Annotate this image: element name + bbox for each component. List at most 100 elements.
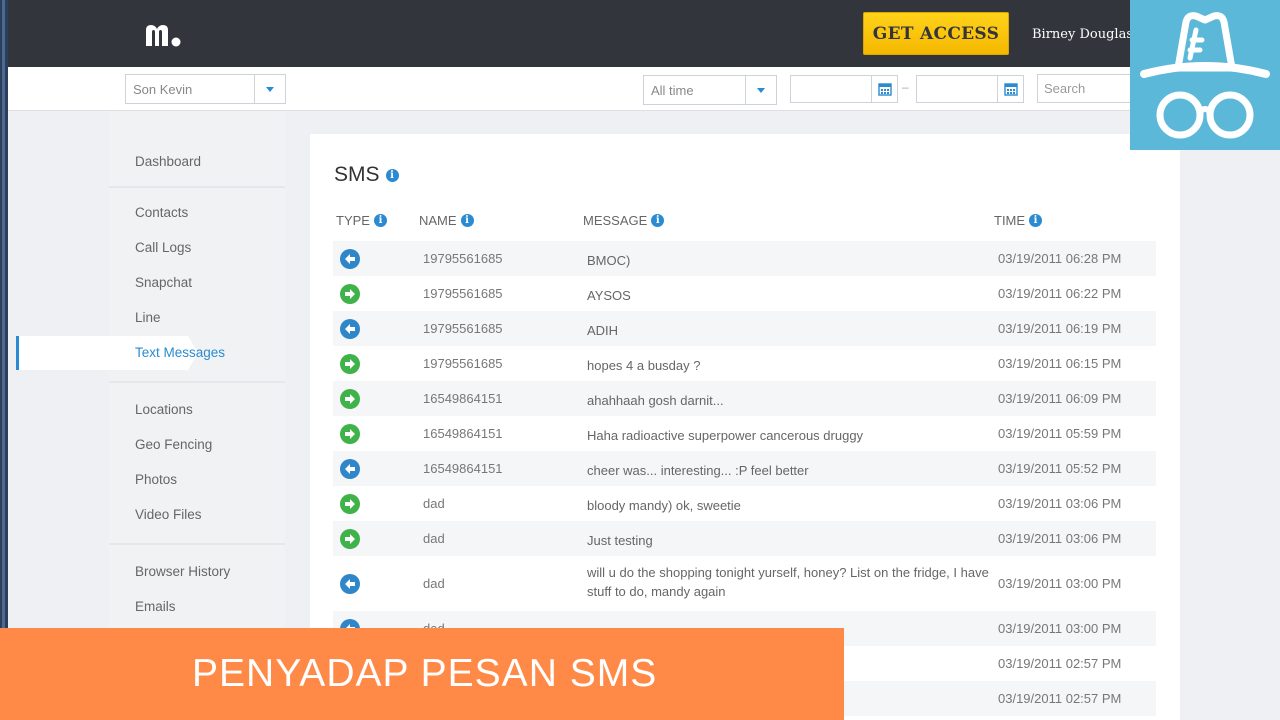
incognito-icon bbox=[1140, 12, 1270, 139]
time-range-value: All time bbox=[651, 82, 694, 98]
sms-timestamp: 03/19/2011 06:15 PM bbox=[998, 356, 1122, 371]
column-header-message[interactable]: MESSAGE i bbox=[583, 213, 665, 228]
date-to-input[interactable] bbox=[916, 75, 1024, 103]
table-row[interactable]: dad will u do the shopping tonight yursel… bbox=[333, 556, 1156, 611]
time-range-select[interactable]: All time bbox=[643, 75, 777, 105]
sidebar-divider bbox=[109, 543, 285, 545]
info-icon[interactable]: i bbox=[651, 214, 665, 227]
column-header-name[interactable]: NAME i bbox=[419, 213, 474, 228]
outgoing-arrow-icon bbox=[340, 528, 360, 549]
sidebar-item-video-files[interactable]: Video Files bbox=[135, 507, 202, 522]
sms-timestamp: 03/19/2011 05:59 PM bbox=[998, 426, 1122, 441]
sms-contact-name: 16549864151 bbox=[423, 461, 503, 476]
sidebar-item-locations[interactable]: Locations bbox=[135, 402, 193, 417]
table-row[interactable]: 19795561685 hopes 4 a busday ? 03/19/2011 … bbox=[333, 346, 1156, 381]
sms-message-text: AYSOS bbox=[587, 288, 631, 303]
sms-contact-name: 19795561685 bbox=[423, 321, 503, 336]
sms-timestamp: 03/19/2011 06:19 PM bbox=[998, 321, 1122, 336]
outgoing-arrow-icon bbox=[340, 493, 360, 514]
window-left-edge bbox=[0, 0, 8, 720]
calendar-icon[interactable] bbox=[871, 76, 897, 102]
sms-timestamp: 03/19/2011 03:00 PM bbox=[998, 621, 1122, 636]
sms-timestamp: 03/19/2011 05:52 PM bbox=[998, 461, 1122, 476]
info-icon[interactable]: i bbox=[1029, 214, 1043, 227]
sms-message-text: hopes 4 a busday ? bbox=[587, 358, 701, 373]
sms-contact-name: 16549864151 bbox=[423, 391, 503, 406]
sidebar-item-geo-fencing[interactable]: Geo Fencing bbox=[135, 437, 212, 452]
sms-contact-name: 19795561685 bbox=[423, 251, 503, 266]
top-navbar: GET ACCESS Birney Douglas bbox=[8, 0, 1280, 67]
sidebar-item-call-logs[interactable]: Call Logs bbox=[135, 240, 191, 255]
info-icon[interactable]: i bbox=[385, 168, 399, 182]
table-row[interactable]: 19795561685 BMOC) 03/19/2011 06:28 PM bbox=[333, 241, 1156, 276]
sidebar-item-dashboard[interactable]: Dashboard bbox=[135, 154, 201, 169]
sms-timestamp: 03/19/2011 06:28 PM bbox=[998, 251, 1122, 266]
sms-contact-name: 19795561685 bbox=[423, 356, 503, 371]
chevron-down-icon[interactable] bbox=[745, 76, 776, 104]
sidebar-item-contacts[interactable]: Contacts bbox=[135, 205, 188, 220]
device-select[interactable]: Son Kevin bbox=[125, 74, 286, 104]
user-name[interactable]: Birney Douglas bbox=[1032, 27, 1133, 42]
incognito-badge bbox=[1130, 0, 1280, 150]
mspy-logo-icon[interactable] bbox=[142, 20, 186, 50]
date-from-input[interactable] bbox=[790, 75, 898, 103]
device-select-value: Son Kevin bbox=[133, 81, 193, 97]
table-row[interactable]: dad bloody mandy) ok, sweetie 03/19/2011 0… bbox=[333, 486, 1156, 521]
incoming-arrow-icon bbox=[340, 458, 360, 479]
outgoing-arrow-icon bbox=[340, 353, 360, 374]
table-row[interactable]: 19795561685 AYSOS 03/19/2011 06:22 PM bbox=[333, 276, 1156, 311]
sms-timestamp: 03/19/2011 03:06 PM bbox=[998, 531, 1122, 546]
sms-message-text: ADIH bbox=[587, 323, 619, 338]
sms-message-text: ahahhaah gosh darnit... bbox=[587, 393, 724, 408]
table-row[interactable]: 19795561685 ADIH 03/19/2011 06:19 PM bbox=[333, 311, 1156, 346]
sms-timestamp: 03/19/2011 03:06 PM bbox=[998, 496, 1122, 511]
sms-timestamp: 03/19/2011 06:22 PM bbox=[998, 286, 1122, 301]
sidebar-item-emails[interactable]: Emails bbox=[135, 599, 176, 614]
sidebar-item-browser-history[interactable]: Browser History bbox=[135, 564, 230, 579]
chevron-down-icon[interactable] bbox=[254, 75, 285, 103]
table-row[interactable]: 16549864151 Haha radioactive superpower c… bbox=[333, 416, 1156, 451]
sms-timestamp: 03/19/2011 02:57 PM bbox=[998, 691, 1122, 706]
info-icon[interactable]: i bbox=[373, 214, 387, 227]
sidebar-item-photos[interactable]: Photos bbox=[135, 472, 177, 487]
calendar-icon[interactable] bbox=[997, 76, 1023, 102]
column-header-label: TIME bbox=[994, 213, 1026, 228]
sidebar-item-line[interactable]: Line bbox=[135, 310, 161, 325]
sms-contact-name: dad bbox=[423, 576, 445, 591]
table-row[interactable]: dad Just testing 03/19/2011 03:06 PM bbox=[333, 521, 1156, 556]
sms-message-text: cheer was... interesting... :P feel bett… bbox=[587, 463, 809, 478]
incoming-arrow-icon bbox=[340, 573, 360, 594]
sms-message-text: BMOC) bbox=[587, 253, 631, 268]
column-header-type[interactable]: TYPE i bbox=[336, 213, 387, 228]
sms-timestamp: 03/19/2011 03:00 PM bbox=[998, 576, 1122, 591]
sidebar-divider bbox=[109, 381, 285, 383]
outgoing-arrow-icon bbox=[340, 283, 360, 304]
outgoing-arrow-icon bbox=[340, 423, 360, 444]
sms-message-text: will u do the shopping tonight yurself, … bbox=[587, 565, 989, 599]
incoming-arrow-icon bbox=[340, 248, 360, 269]
sms-contact-name: 19795561685 bbox=[423, 286, 503, 301]
filter-bar: Son Kevin All time – bbox=[8, 67, 1280, 111]
page-title-text: SMS bbox=[334, 163, 380, 186]
column-header-time[interactable]: TIME i bbox=[994, 213, 1043, 228]
sidebar-item-label[interactable]: Text Messages bbox=[135, 345, 225, 360]
column-header-label: MESSAGE bbox=[583, 213, 648, 228]
date-separator: – bbox=[902, 80, 909, 94]
sms-message-text: bloody mandy) ok, sweetie bbox=[587, 498, 741, 513]
table-row[interactable]: 16549864151 ahahhaah gosh darnit... 03/19/… bbox=[333, 381, 1156, 416]
sidebar-item-snapchat[interactable]: Snapchat bbox=[135, 275, 192, 290]
sms-contact-name: 16549864151 bbox=[423, 426, 503, 441]
sms-contact-name: dad bbox=[423, 496, 445, 511]
incoming-arrow-icon bbox=[340, 318, 360, 339]
sms-contact-name: dad bbox=[423, 531, 445, 546]
page-title: SMS i bbox=[334, 163, 399, 187]
sidebar-divider bbox=[109, 186, 285, 188]
sms-message-text: Just testing bbox=[587, 533, 653, 548]
get-access-button[interactable]: GET ACCESS bbox=[863, 12, 1009, 55]
table-row[interactable]: 16549864151 cheer was... interesting... :… bbox=[333, 451, 1156, 486]
banner-title: PENYADAP PESAN SMS bbox=[192, 652, 658, 695]
sms-timestamp: 03/19/2011 02:57 PM bbox=[998, 656, 1122, 671]
info-icon[interactable]: i bbox=[460, 214, 474, 227]
sms-message-text: Haha radioactive superpower cancerous dr… bbox=[587, 428, 864, 443]
outgoing-arrow-icon bbox=[340, 388, 360, 409]
